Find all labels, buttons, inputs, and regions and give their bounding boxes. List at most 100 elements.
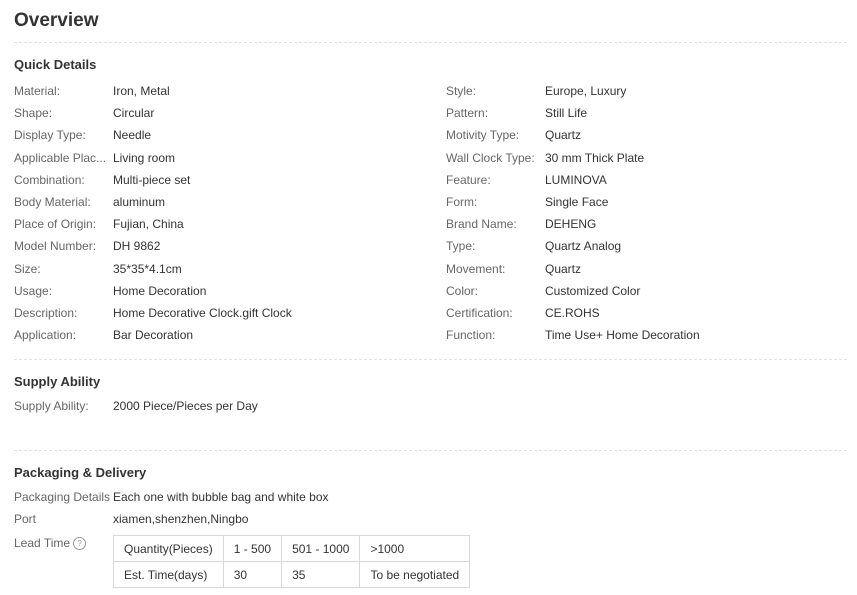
lead-time-row: Lead Time? Quantity(Pieces) 1 - 500 501 … [14,535,847,595]
detail-key: Packaging Details [14,490,111,504]
detail-value: Iron, Metal [113,84,170,98]
packaging-delivery-section: Packaging & Delivery Packaging Details Ea… [14,464,847,595]
lead-time-key: Lead Time? [14,535,87,551]
detail-value: DEHENG [545,217,597,232]
table-cell: Est. Time(days) [113,561,224,589]
detail-row: Brand Name: DEHENG [446,213,700,235]
detail-row: Color: Customized Color [446,280,700,302]
detail-key: Feature: [446,172,491,187]
detail-key: Movement: [446,261,506,276]
detail-row: Size: 35*35*4.1cm [14,258,292,280]
supply-ability-section: Supply Ability Supply Ability: 2000 Piece… [14,373,847,451]
detail-row: Movement: Quartz [446,258,700,280]
detail-row: Usage: Home Decoration [14,280,292,302]
detail-key: Certification: [446,305,513,320]
detail-row: Form: Single Face [446,191,700,213]
detail-key: Description: [14,305,78,320]
detail-key: Combination: [14,172,85,187]
quick-details-right-column: Style: Europe, Luxury Pattern: Still Life … [446,80,700,346]
detail-row: Function: Time Use+ Home Decoration [446,324,700,346]
detail-key: Function: [446,328,496,343]
detail-value: Customized Color [545,283,641,298]
detail-value: Each one with bubble bag and white box [113,490,329,504]
table-cell: 1 - 500 [222,535,283,563]
detail-key: Place of Origin: [14,217,97,232]
detail-row: Wall Clock Type: 30 mm Thick Plate [446,147,700,169]
help-icon[interactable]: ? [73,537,87,551]
detail-value: Quartz [545,128,582,143]
detail-value: CE.ROHS [545,305,600,320]
detail-value: DH 9862 [113,239,161,254]
quick-details-heading: Quick Details [14,57,97,72]
page-title: Overview [14,0,847,43]
table-cell: >1000 [359,535,471,563]
supply-ability-heading: Supply Ability [14,374,101,389]
detail-key: Applicable Plac... [14,150,107,165]
detail-value: Fujian, China [113,217,184,232]
detail-row: Type: Quartz Analog [446,235,700,257]
detail-row: Material: Iron, Metal [14,80,292,102]
detail-row: Model Number: DH 9862 [14,235,292,257]
detail-row: Packaging Details Each one with bubble ba… [14,486,847,508]
detail-row: Shape: Circular [14,102,292,124]
detail-key: Display Type: [14,128,86,143]
detail-row: Applicable Plac... Living room [14,147,292,169]
detail-value: Still Life [545,106,588,121]
detail-key: Wall Clock Type: [446,150,535,165]
detail-value: LUMINOVA [545,172,607,187]
table-cell: 501 - 1000 [281,535,361,563]
table-cell: Quantity(Pieces) [113,535,224,563]
detail-key: Color: [446,283,479,298]
detail-key: Size: [14,261,41,276]
detail-value: Circular [113,106,155,121]
detail-row: Description: Home Decorative Clock.gift C… [14,302,292,324]
detail-row: Body Material: aluminum [14,191,292,213]
detail-key: Application: [14,328,77,343]
detail-key: Model Number: [14,239,97,254]
table-row: Quantity(Pieces) 1 - 500 501 - 1000 >100… [113,535,471,563]
detail-value: 2000 Piece/Pieces per Day [113,399,258,413]
lead-time-label: Lead Time [14,536,71,551]
detail-value: Home Decoration [113,283,207,298]
detail-value: Home Decorative Clock.gift Clock [113,305,292,320]
detail-key: Usage: [14,283,53,298]
detail-row: Display Type: Needle [14,124,292,146]
detail-key: Brand Name: [446,217,517,232]
detail-value: Multi-piece set [113,172,191,187]
detail-key: Style: [446,84,477,98]
detail-value: Quartz Analog [545,239,622,254]
detail-key: Port [14,512,37,527]
detail-value: 30 mm Thick Plate [545,150,645,165]
detail-key: Pattern: [446,106,489,121]
detail-value: 35*35*4.1cm [113,261,182,276]
detail-key: Type: [446,239,476,254]
detail-value: aluminum [113,194,166,209]
detail-key: Motivity Type: [446,128,520,143]
detail-row: Place of Origin: Fujian, China [14,213,292,235]
detail-key: Supply Ability: [14,399,89,413]
table-row: Est. Time(days) 30 35 To be negotiated [113,561,471,589]
quick-details-left-column: Material: Iron, Metal Shape: Circular Disp… [14,80,292,346]
table-cell: To be negotiated [359,561,471,589]
detail-value: Living room [113,150,176,165]
detail-value: Bar Decoration [113,328,194,343]
detail-key: Form: [446,194,478,209]
detail-row: Certification: CE.ROHS [446,302,700,324]
detail-row: Feature: LUMINOVA [446,169,700,191]
detail-row: Pattern: Still Life [446,102,700,124]
detail-value: Single Face [545,194,609,209]
overview-page: Overview Quick Details Material: Iron, Me… [14,0,847,595]
detail-key: Shape: [14,106,53,121]
detail-row: Application: Bar Decoration [14,324,292,346]
table-cell: 30 [222,561,283,589]
detail-value: Europe, Luxury [545,84,627,98]
detail-value: Needle [113,128,152,143]
table-cell: 35 [281,561,361,589]
detail-key: Body Material: [14,194,91,209]
detail-row: Supply Ability: 2000 Piece/Pieces per Day [14,395,847,417]
detail-row: Motivity Type: Quartz [446,124,700,146]
detail-value: Time Use+ Home Decoration [545,328,700,343]
detail-row: Style: Europe, Luxury [446,80,700,102]
detail-value: xiamen,shenzhen,Ningbo [113,512,249,527]
quick-details-section: Quick Details Material: Iron, Metal Shape… [14,56,847,360]
